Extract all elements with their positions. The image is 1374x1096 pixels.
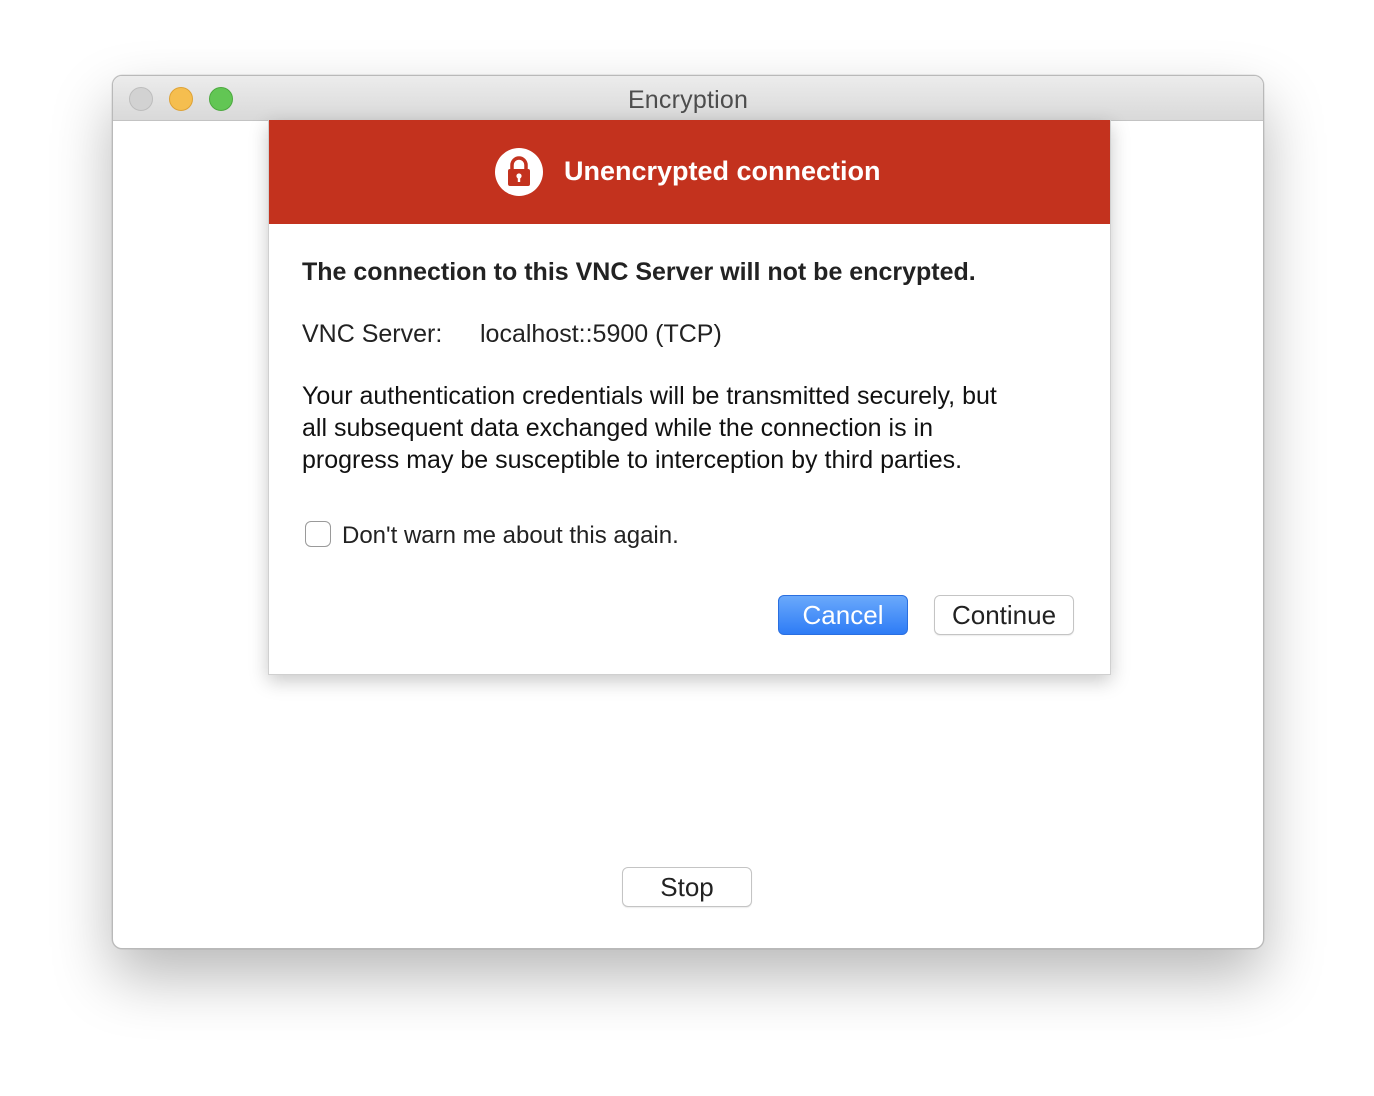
stop-button[interactable]: Stop bbox=[622, 867, 752, 907]
dont-warn-label[interactable]: Don't warn me about this again. bbox=[342, 522, 679, 550]
lock-icon bbox=[495, 148, 543, 196]
warning-description: Your authentication credentials will be … bbox=[302, 380, 1092, 476]
server-label: VNC Server: bbox=[302, 320, 443, 348]
cancel-button[interactable]: Cancel bbox=[778, 595, 908, 635]
description-line: Your authentication credentials will be … bbox=[302, 382, 997, 410]
description-line: all subsequent data exchanged while the … bbox=[302, 414, 933, 442]
warning-banner: Unencrypted connection bbox=[269, 120, 1110, 224]
encryption-warning-sheet: Unencrypted connection The connection to… bbox=[268, 120, 1111, 675]
continue-button[interactable]: Continue bbox=[934, 595, 1074, 635]
server-address: localhost::5900 (TCP) bbox=[480, 320, 722, 348]
dont-warn-checkbox[interactable] bbox=[305, 521, 331, 547]
title-bar[interactable]: Encryption bbox=[113, 76, 1263, 121]
encryption-window: Encryption Unencrypted connection The co… bbox=[112, 75, 1264, 949]
warning-heading: The connection to this VNC Server will n… bbox=[302, 258, 976, 286]
description-line: progress may be susceptible to intercept… bbox=[302, 446, 963, 474]
banner-title: Unencrypted connection bbox=[564, 156, 881, 186]
window-title: Encryption bbox=[627, 86, 749, 114]
